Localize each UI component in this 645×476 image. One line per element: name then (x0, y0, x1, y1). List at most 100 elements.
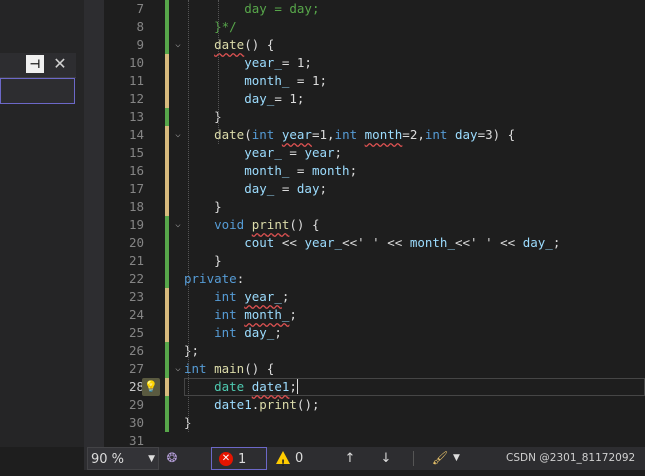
code-line[interactable]: 10 year_= 1; (104, 54, 645, 72)
code-token: =3) { (477, 127, 516, 142)
code-line[interactable]: 29 date1.print(); (104, 396, 645, 414)
code-token: day_ (244, 91, 275, 106)
code-token: main (214, 361, 245, 376)
code-line[interactable]: 24 int month_; (104, 306, 645, 324)
code-token: int (334, 127, 358, 142)
code-text: month_ = 1; (184, 72, 327, 90)
change-marker (165, 270, 169, 288)
line-number: 13 (128, 109, 144, 124)
code-line[interactable]: 27 ⌵ int main() { (104, 360, 645, 378)
code-line[interactable]: 8 }*/ (104, 18, 645, 36)
line-number: 24 (128, 307, 144, 322)
code-line[interactable]: 19 ⌵ void print() { (104, 216, 645, 234)
code-text: int year_; (184, 288, 289, 306)
warning-count-button[interactable]: ! 0 (276, 447, 312, 470)
code-token: date1 (251, 379, 290, 394)
change-marker (165, 288, 169, 306)
pin-icon[interactable]: ⊣ (26, 55, 44, 73)
code-token: month_ (409, 235, 455, 250)
zoom-select[interactable]: 90 % ▼ (87, 447, 159, 470)
chevron-down-icon: ▼ (148, 454, 155, 464)
code-line[interactable]: 21 } (104, 252, 645, 270)
line-number: 29 (128, 397, 144, 412)
code-text: day = day; (184, 0, 319, 18)
line-number: 18 (128, 199, 144, 214)
previous-issue-button[interactable]: ↑ (342, 447, 358, 470)
code-token: int (251, 127, 275, 142)
code-text: }; (184, 342, 199, 360)
fold-chevron-icon[interactable]: ⌵ (172, 126, 184, 144)
code-token: = (274, 181, 297, 196)
line-number: 27 (128, 361, 144, 376)
lightbulb-icon[interactable]: 💡 (142, 378, 160, 396)
code-text: void print() { (184, 216, 319, 234)
code-line[interactable]: 22 private: (104, 270, 645, 288)
code-token: = (289, 163, 312, 178)
close-icon[interactable]: ✕ (51, 53, 69, 75)
change-marker (165, 342, 169, 360)
code-line[interactable]: 17 day_ = day; (104, 180, 645, 198)
code-line[interactable]: 12 day_= 1; (104, 90, 645, 108)
change-marker (165, 378, 169, 396)
code-token: ; (552, 235, 561, 250)
code-line[interactable]: 7 day = day; (104, 0, 645, 18)
code-text: day_ = day; (184, 180, 327, 198)
code-token: day_ (244, 181, 275, 196)
code-token: =2, (402, 127, 425, 142)
code-line[interactable]: 28 💡 date date1; (104, 378, 645, 396)
panel-search-input[interactable] (0, 78, 75, 104)
code-token: year_ (244, 55, 282, 70)
code-line[interactable]: 9 ⌵ date() { (104, 36, 645, 54)
code-token: month (311, 163, 350, 178)
code-line[interactable]: 14 ⌵ date(int year=1,int month=2,int day=… (104, 126, 645, 144)
code-line[interactable]: 16 month_ = month; (104, 162, 645, 180)
fold-chevron-icon[interactable]: ⌵ (172, 360, 184, 378)
change-marker (165, 414, 169, 432)
code-line[interactable]: 25 int day_; (104, 324, 645, 342)
line-number: 12 (128, 91, 144, 106)
code-token: int (214, 307, 237, 322)
code-editor[interactable]: 7 day = day; 8 }*/9 ⌵ date() {10 year_= 1;… (104, 0, 645, 448)
chevron-down-icon[interactable]: ▼ (453, 447, 463, 470)
code-line[interactable]: 18 } (104, 198, 645, 216)
code-text: year_= 1; (184, 54, 312, 72)
code-token: int (214, 289, 237, 304)
line-number: 19 (128, 217, 144, 232)
change-marker (165, 36, 169, 54)
code-token: day_ (522, 235, 553, 250)
change-marker (165, 396, 169, 414)
code-text: date1.print(); (184, 396, 319, 414)
code-token: day = day; (244, 1, 320, 16)
line-number: 8 (136, 19, 144, 34)
code-line[interactable]: 11 month_ = 1; (104, 72, 645, 90)
code-token: <<' ' << (454, 235, 523, 250)
code-token: }; (184, 343, 200, 358)
code-line[interactable]: 30} (104, 414, 645, 432)
indent-guide (218, 0, 219, 144)
code-cleanup-icon[interactable]: 🖌 (430, 447, 450, 470)
code-line[interactable]: 20 cout << year_<<' ' << month_<<' ' << … (104, 234, 645, 252)
code-token: private (184, 271, 237, 286)
copilot-icon[interactable]: ❂ (164, 447, 180, 470)
code-line[interactable]: 23 int year_; (104, 288, 645, 306)
next-issue-button[interactable]: ↓ (378, 447, 394, 470)
code-token: () { (244, 361, 275, 376)
code-line[interactable]: 15 year_ = year; (104, 144, 645, 162)
fold-chevron-icon[interactable]: ⌵ (172, 216, 184, 234)
warning-count: 0 (295, 451, 304, 466)
change-marker (165, 108, 169, 126)
error-count-button[interactable]: ✕ 1 (211, 447, 267, 470)
fold-chevron-icon[interactable]: ⌵ (172, 36, 184, 54)
code-text: year_ = year; (184, 144, 342, 162)
code-token: print (259, 397, 297, 412)
code-line[interactable]: 13 } (104, 108, 645, 126)
code-line[interactable]: 26}; (104, 342, 645, 360)
watermark-credit: CSDN @2301_81172092 (506, 452, 636, 464)
